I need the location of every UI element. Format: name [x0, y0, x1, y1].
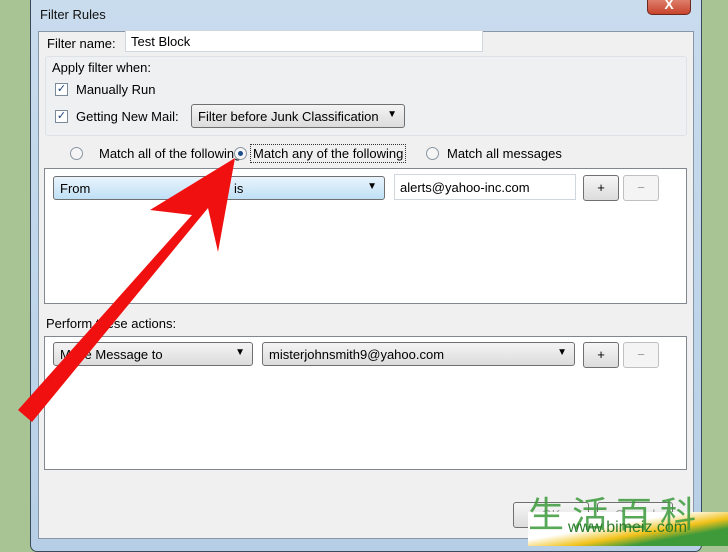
red-arrow-annotation: [18, 158, 235, 422]
arrow-icon: [18, 158, 235, 422]
watermark-url: www.bimeiz.com: [568, 519, 688, 536]
